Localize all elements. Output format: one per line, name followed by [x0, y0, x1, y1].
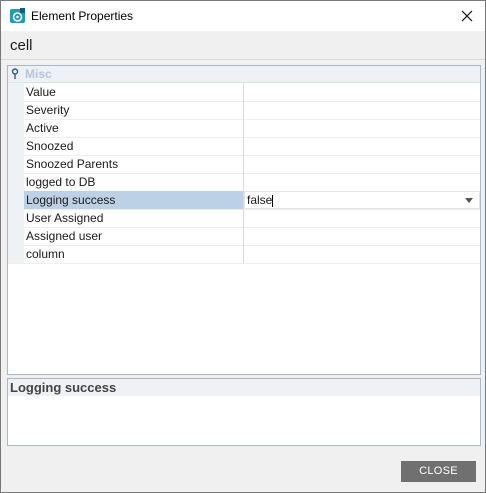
window-close-button[interactable] — [449, 1, 485, 31]
property-value[interactable] — [243, 101, 480, 119]
row-gutter — [8, 209, 24, 227]
property-row-logged-to-db[interactable]: logged to DB — [8, 173, 480, 192]
property-value[interactable] — [243, 227, 480, 245]
row-gutter — [8, 119, 24, 137]
property-value[interactable] — [243, 119, 480, 137]
row-gutter — [8, 155, 24, 173]
property-row-snoozed-parents[interactable]: Snoozed Parents — [8, 155, 480, 174]
property-row-logging-success[interactable]: Logging success false — [8, 191, 480, 210]
row-gutter — [8, 173, 24, 191]
logging-success-select[interactable]: false — [244, 191, 480, 209]
property-grid: Misc Value Severity Active Snoozed Snooz… — [7, 65, 481, 375]
title-bar: Element Properties — [1, 1, 485, 31]
row-gutter — [8, 191, 24, 209]
row-gutter — [8, 83, 24, 101]
category-label: Misc — [25, 67, 52, 81]
property-value[interactable] — [243, 173, 480, 191]
property-value[interactable] — [243, 155, 480, 173]
property-row-active[interactable]: Active — [8, 119, 480, 138]
property-name: Severity — [26, 103, 70, 117]
property-name: User Assigned — [26, 211, 104, 225]
property-name: Active — [26, 121, 59, 135]
heading-divider — [1, 59, 485, 60]
text-caret — [272, 194, 274, 207]
category-row-misc[interactable]: Misc — [8, 66, 480, 83]
property-value[interactable] — [243, 83, 480, 101]
description-title: Logging success — [8, 379, 480, 396]
property-row-column[interactable]: column — [8, 245, 480, 264]
property-value[interactable] — [243, 245, 480, 263]
description-panel: Logging success — [7, 378, 481, 446]
pin-icon[interactable] — [11, 68, 21, 80]
property-value[interactable] — [243, 137, 480, 155]
close-icon — [461, 10, 473, 22]
row-gutter — [8, 245, 24, 263]
property-name: column — [26, 247, 65, 261]
property-name: Assigned user — [26, 229, 103, 243]
app-icon — [10, 8, 26, 24]
row-gutter — [8, 101, 24, 119]
property-name: Snoozed — [26, 139, 74, 153]
property-row-snoozed[interactable]: Snoozed — [8, 137, 480, 156]
select-value: false — [247, 193, 273, 207]
property-name: logged to DB — [26, 175, 96, 189]
element-heading: cell — [10, 37, 33, 54]
element-properties-window: Element Properties cell Misc Value Sever… — [0, 0, 486, 493]
property-name: Snoozed Parents — [26, 157, 119, 171]
property-name: Value — [26, 85, 56, 99]
property-name: Logging success — [24, 191, 243, 209]
row-gutter — [8, 227, 24, 245]
property-row-user-assigned[interactable]: User Assigned — [8, 209, 480, 228]
window-title: Element Properties — [31, 9, 134, 23]
property-value[interactable] — [243, 209, 480, 227]
property-row-value[interactable]: Value — [8, 83, 480, 102]
property-row-assigned-user[interactable]: Assigned user — [8, 227, 480, 246]
chevron-down-icon[interactable] — [465, 198, 473, 203]
close-button[interactable]: CLOSE — [401, 461, 476, 482]
row-gutter — [8, 137, 24, 155]
property-row-severity[interactable]: Severity — [8, 101, 480, 120]
property-value-dropdown[interactable]: false — [243, 191, 480, 209]
